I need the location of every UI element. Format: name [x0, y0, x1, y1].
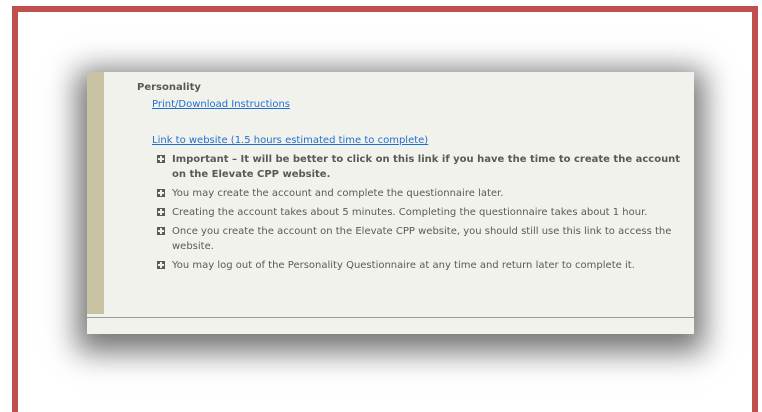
website-link[interactable]: Link to website (1.5 hours estimated tim…	[152, 134, 687, 148]
list-item-text: You may create the account and complete …	[172, 188, 504, 199]
section-heading: Personality	[137, 82, 201, 93]
panel-side-bar	[87, 72, 104, 314]
instruction-list: Important – It will be better to click o…	[137, 152, 687, 273]
expand-plus-icon[interactable]	[157, 227, 165, 235]
expand-plus-icon[interactable]	[157, 261, 165, 269]
panel-divider	[87, 317, 694, 318]
list-item: You may create the account and complete …	[157, 186, 687, 201]
list-item: Creating the account takes about 5 minut…	[157, 205, 687, 220]
list-item-text: Once you create the account on the Eleva…	[172, 226, 672, 252]
list-item: You may log out of the Personality Quest…	[157, 258, 687, 273]
list-item-text: Creating the account takes about 5 minut…	[172, 207, 648, 218]
red-frame: Personality Print/Download Instructions …	[12, 6, 758, 412]
print-download-link[interactable]: Print/Download Instructions	[152, 98, 687, 112]
expand-plus-icon[interactable]	[157, 208, 165, 216]
expand-plus-icon[interactable]	[157, 155, 165, 163]
instructions-panel: Personality Print/Download Instructions …	[87, 72, 694, 334]
panel-content: Personality Print/Download Instructions …	[137, 81, 687, 277]
expand-plus-icon[interactable]	[157, 189, 165, 197]
list-item-text: Important – It will be better to click o…	[172, 154, 681, 180]
list-item: Important – It will be better to click o…	[157, 152, 687, 182]
list-item: Once you create the account on the Eleva…	[157, 224, 687, 254]
list-item-text: You may log out of the Personality Quest…	[172, 260, 635, 271]
